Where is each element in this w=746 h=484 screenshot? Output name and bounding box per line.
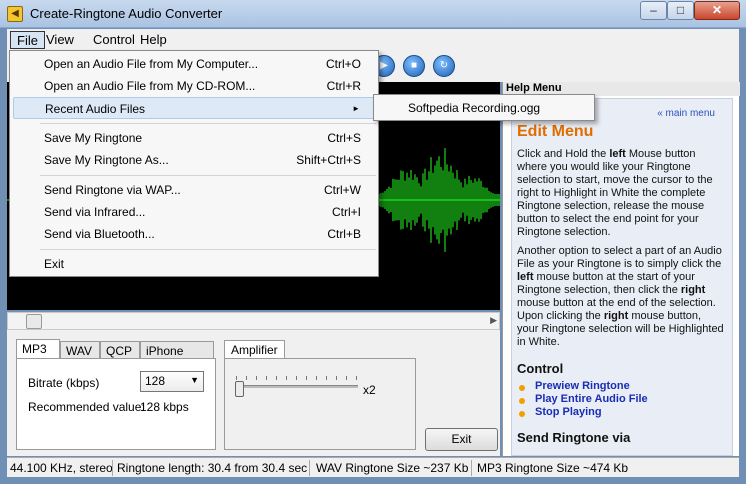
menu-separator [40, 123, 376, 124]
menu-control[interactable]: Control [87, 31, 141, 49]
menu-bar: File View Control Help [7, 29, 739, 50]
status-mp3-size: MP3 Ringtone Size ~474 Kb [477, 461, 629, 475]
menu-separator [40, 249, 376, 250]
minimize-button[interactable]: – [640, 1, 667, 20]
help-heading: Edit Menu [517, 123, 594, 140]
help-paragraph-1: Click and Hold the left Mouse button whe… [517, 148, 713, 238]
tab-qcp[interactable]: QCP [100, 341, 140, 359]
bitrate-label: Bitrate (kbps) [28, 376, 100, 390]
status-bar: 44.100 KHz, stereo Ringtone length: 30.4… [7, 457, 739, 477]
tab-mp3[interactable]: MP3 [16, 339, 60, 359]
submenu-arrow-icon: ► [352, 104, 360, 113]
menu-send-bluetooth[interactable]: Send via Bluetooth... Ctrl+B [13, 223, 375, 245]
help-pane: Help Menu « main menu Edit Menu Click an… [502, 82, 740, 456]
amplifier-slider-track[interactable] [236, 385, 358, 388]
help-paragraph-2: Another option to select a part of an Au… [517, 245, 724, 348]
bitrate-value: 128 [145, 374, 166, 388]
menu-save-ringtone-as[interactable]: Save My Ringtone As... Shift+Ctrl+S [13, 149, 375, 171]
title-bar: ◀ Create-Ringtone Audio Converter – □ ✕ [0, 0, 746, 28]
scroll-thumb[interactable] [26, 314, 42, 329]
status-separator [112, 460, 113, 476]
bullet-icon [519, 411, 525, 417]
recent-file-item[interactable]: Softpedia Recording.ogg [408, 101, 540, 115]
scroll-right-arrow-icon[interactable]: ▶ [490, 315, 497, 326]
help-link-play-entire[interactable]: Play Entire Audio File [535, 393, 648, 405]
menu-send-infrared[interactable]: Send via Infrared... Ctrl+I [13, 201, 375, 223]
recommended-value: 128 kbps [140, 400, 189, 414]
maximize-button[interactable]: □ [667, 1, 694, 20]
help-link-preview[interactable]: Prewiew Ringtone [535, 380, 630, 392]
amplifier-panel [224, 358, 416, 450]
amplifier-slider-thumb[interactable] [235, 381, 244, 397]
menu-open-computer[interactable]: Open an Audio File from My Computer... Ct… [13, 53, 375, 75]
status-format: 44.100 KHz, stereo [10, 461, 113, 475]
close-button[interactable]: ✕ [694, 1, 740, 20]
menu-recent-files[interactable]: Recent Audio Files ► [13, 97, 375, 119]
chevron-down-icon: ▼ [190, 375, 199, 385]
bitrate-select[interactable]: 128 ▼ [140, 371, 204, 392]
exit-button[interactable]: Exit [425, 428, 498, 451]
window-title: Create-Ringtone Audio Converter [30, 6, 223, 21]
bullet-icon [519, 385, 525, 391]
horizontal-scrollbar[interactable]: ▶ [7, 312, 500, 330]
bullet-icon [519, 398, 525, 404]
recommended-label: Recommended value: [28, 400, 145, 414]
amplifier-value-label: x2 [363, 383, 376, 397]
tab-amplifier[interactable]: Amplifier [224, 340, 285, 359]
help-control-heading: Control [517, 361, 564, 376]
help-link-stop[interactable]: Stop Playing [535, 406, 602, 418]
status-separator [309, 460, 310, 476]
stop-icon[interactable]: ■ [403, 55, 425, 77]
file-menu-dropdown: Open an Audio File from My Computer... Ct… [9, 50, 379, 277]
menu-help[interactable]: Help [134, 31, 173, 49]
status-separator [471, 460, 472, 476]
status-length: Ringtone length: 30.4 from 30.4 sec [117, 461, 308, 475]
app-icon: ◀ [7, 6, 23, 22]
menu-open-cdrom[interactable]: Open an Audio File from My CD-ROM... Ctrl… [13, 75, 375, 97]
menu-separator [40, 175, 376, 176]
menu-view[interactable]: View [40, 31, 80, 49]
status-wav-size: WAV Ringtone Size ~237 Kb [316, 461, 469, 475]
amplifier-ticks [236, 376, 358, 380]
help-send-heading: Send Ringtone via [517, 430, 631, 445]
tab-iphone-m4r[interactable]: iPhone M4R [140, 341, 214, 372]
menu-save-ringtone[interactable]: Save My Ringtone Ctrl+S [13, 127, 375, 149]
menu-send-wap[interactable]: Send Ringtone via WAP... Ctrl+W [13, 179, 375, 201]
menu-exit[interactable]: Exit [13, 253, 375, 275]
tab-wav[interactable]: WAV [60, 341, 100, 359]
recent-files-submenu: Softpedia Recording.ogg [373, 94, 595, 121]
loop-icon[interactable]: ↻ [433, 55, 455, 77]
help-main-menu-link[interactable]: « main menu [657, 108, 715, 119]
